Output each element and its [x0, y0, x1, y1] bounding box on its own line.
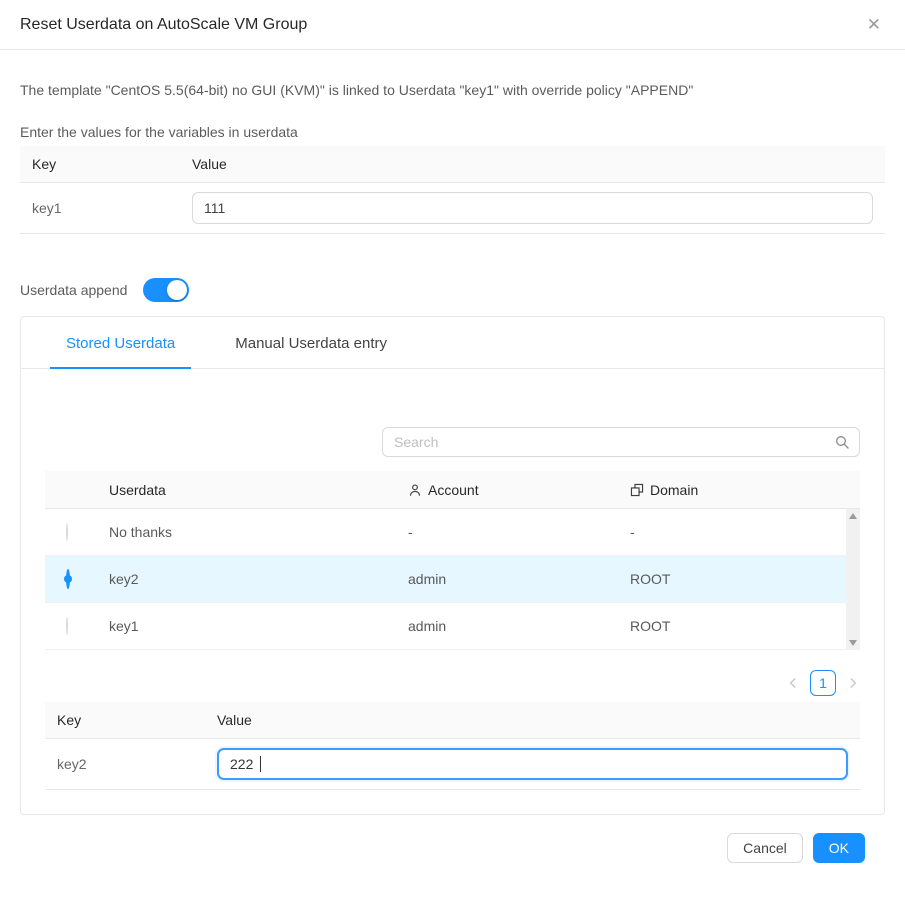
text-caret: [260, 756, 261, 772]
account-cell: admin: [408, 571, 630, 587]
userdata-append-label: Userdata append: [20, 282, 127, 298]
ok-button[interactable]: OK: [813, 833, 865, 863]
domain-cell: -: [630, 524, 860, 540]
kv2-key-label: key2: [45, 739, 205, 790]
account-cell: -: [408, 524, 630, 540]
kv2-value-header: Value: [205, 702, 860, 739]
table-row-key1[interactable]: key1 admin ROOT: [45, 603, 860, 650]
search-input[interactable]: [382, 427, 860, 457]
modal-footer: Cancel OK: [20, 815, 885, 863]
modal-body: The template "CentOS 5.5(64-bit) no GUI …: [0, 80, 905, 863]
account-icon: [408, 483, 422, 497]
userdata-cell: key2: [109, 571, 408, 587]
variable-value-input[interactable]: [192, 192, 873, 224]
cancel-button[interactable]: Cancel: [727, 833, 803, 863]
next-page-icon[interactable]: [846, 676, 860, 690]
variables-table: Key Value key1: [20, 146, 885, 234]
userdata-panel: Stored Userdata Manual Userdata entry: [20, 316, 885, 815]
variables-table-key-header: Key: [20, 146, 180, 183]
table-row: key1: [20, 183, 885, 234]
variable-key-label: key1: [20, 183, 180, 234]
search-box: [382, 427, 860, 457]
domain-cell: ROOT: [630, 571, 860, 587]
tab-manual-userdata-entry[interactable]: Manual Userdata entry: [219, 317, 403, 368]
previous-page-icon[interactable]: [786, 676, 800, 690]
template-link-description: The template "CentOS 5.5(64-bit) no GUI …: [20, 80, 885, 100]
search-icon[interactable]: [834, 434, 850, 450]
userdata-append-toggle[interactable]: [143, 278, 189, 302]
toggle-knob: [167, 280, 187, 300]
userdata-cell: No thanks: [109, 524, 408, 540]
radio-key1[interactable]: [66, 617, 68, 635]
scroll-up-icon[interactable]: [849, 513, 857, 519]
modal-title: Reset Userdata on AutoScale VM Group: [20, 16, 307, 34]
stored-userdata-table-header: Userdata Account: [45, 471, 860, 509]
kv2-value-input[interactable]: [217, 748, 848, 780]
userdata-tabs: Stored Userdata Manual Userdata entry: [21, 317, 884, 369]
stored-userdata-table: Userdata Account: [45, 471, 860, 650]
table-row-no-thanks[interactable]: No thanks - -: [45, 509, 860, 556]
account-cell: admin: [408, 618, 630, 634]
pagination: 1: [45, 670, 860, 696]
domain-cell: ROOT: [630, 618, 860, 634]
stored-userdata-rows: No thanks - - key2 admin ROOT key1 admin: [45, 509, 860, 650]
page-number[interactable]: 1: [810, 670, 836, 696]
table-row-key2[interactable]: key2 admin ROOT: [45, 556, 860, 603]
scrollbar[interactable]: [846, 509, 860, 650]
userdata-append-row: Userdata append: [20, 278, 885, 302]
kv2-key-header: Key: [45, 702, 205, 739]
close-icon[interactable]: ✕: [863, 14, 885, 35]
selected-userdata-variables-table: Key Value key2: [45, 702, 860, 790]
tab-stored-userdata[interactable]: Stored Userdata: [50, 317, 191, 368]
radio-key2[interactable]: [66, 569, 70, 589]
account-column-header: Account: [428, 482, 479, 498]
domain-icon: [630, 483, 644, 497]
scroll-down-icon[interactable]: [849, 640, 857, 646]
variables-table-value-header: Value: [180, 146, 885, 183]
domain-column-header: Domain: [650, 482, 698, 498]
radio-no-thanks[interactable]: [66, 523, 68, 541]
userdata-column-header: Userdata: [109, 482, 166, 498]
userdata-cell: key1: [109, 618, 408, 634]
variables-instruction: Enter the values for the variables in us…: [20, 124, 885, 140]
modal-header: Reset Userdata on AutoScale VM Group ✕: [0, 0, 905, 50]
stored-userdata-content: Userdata Account: [21, 369, 884, 814]
table-row: key2: [45, 739, 860, 790]
